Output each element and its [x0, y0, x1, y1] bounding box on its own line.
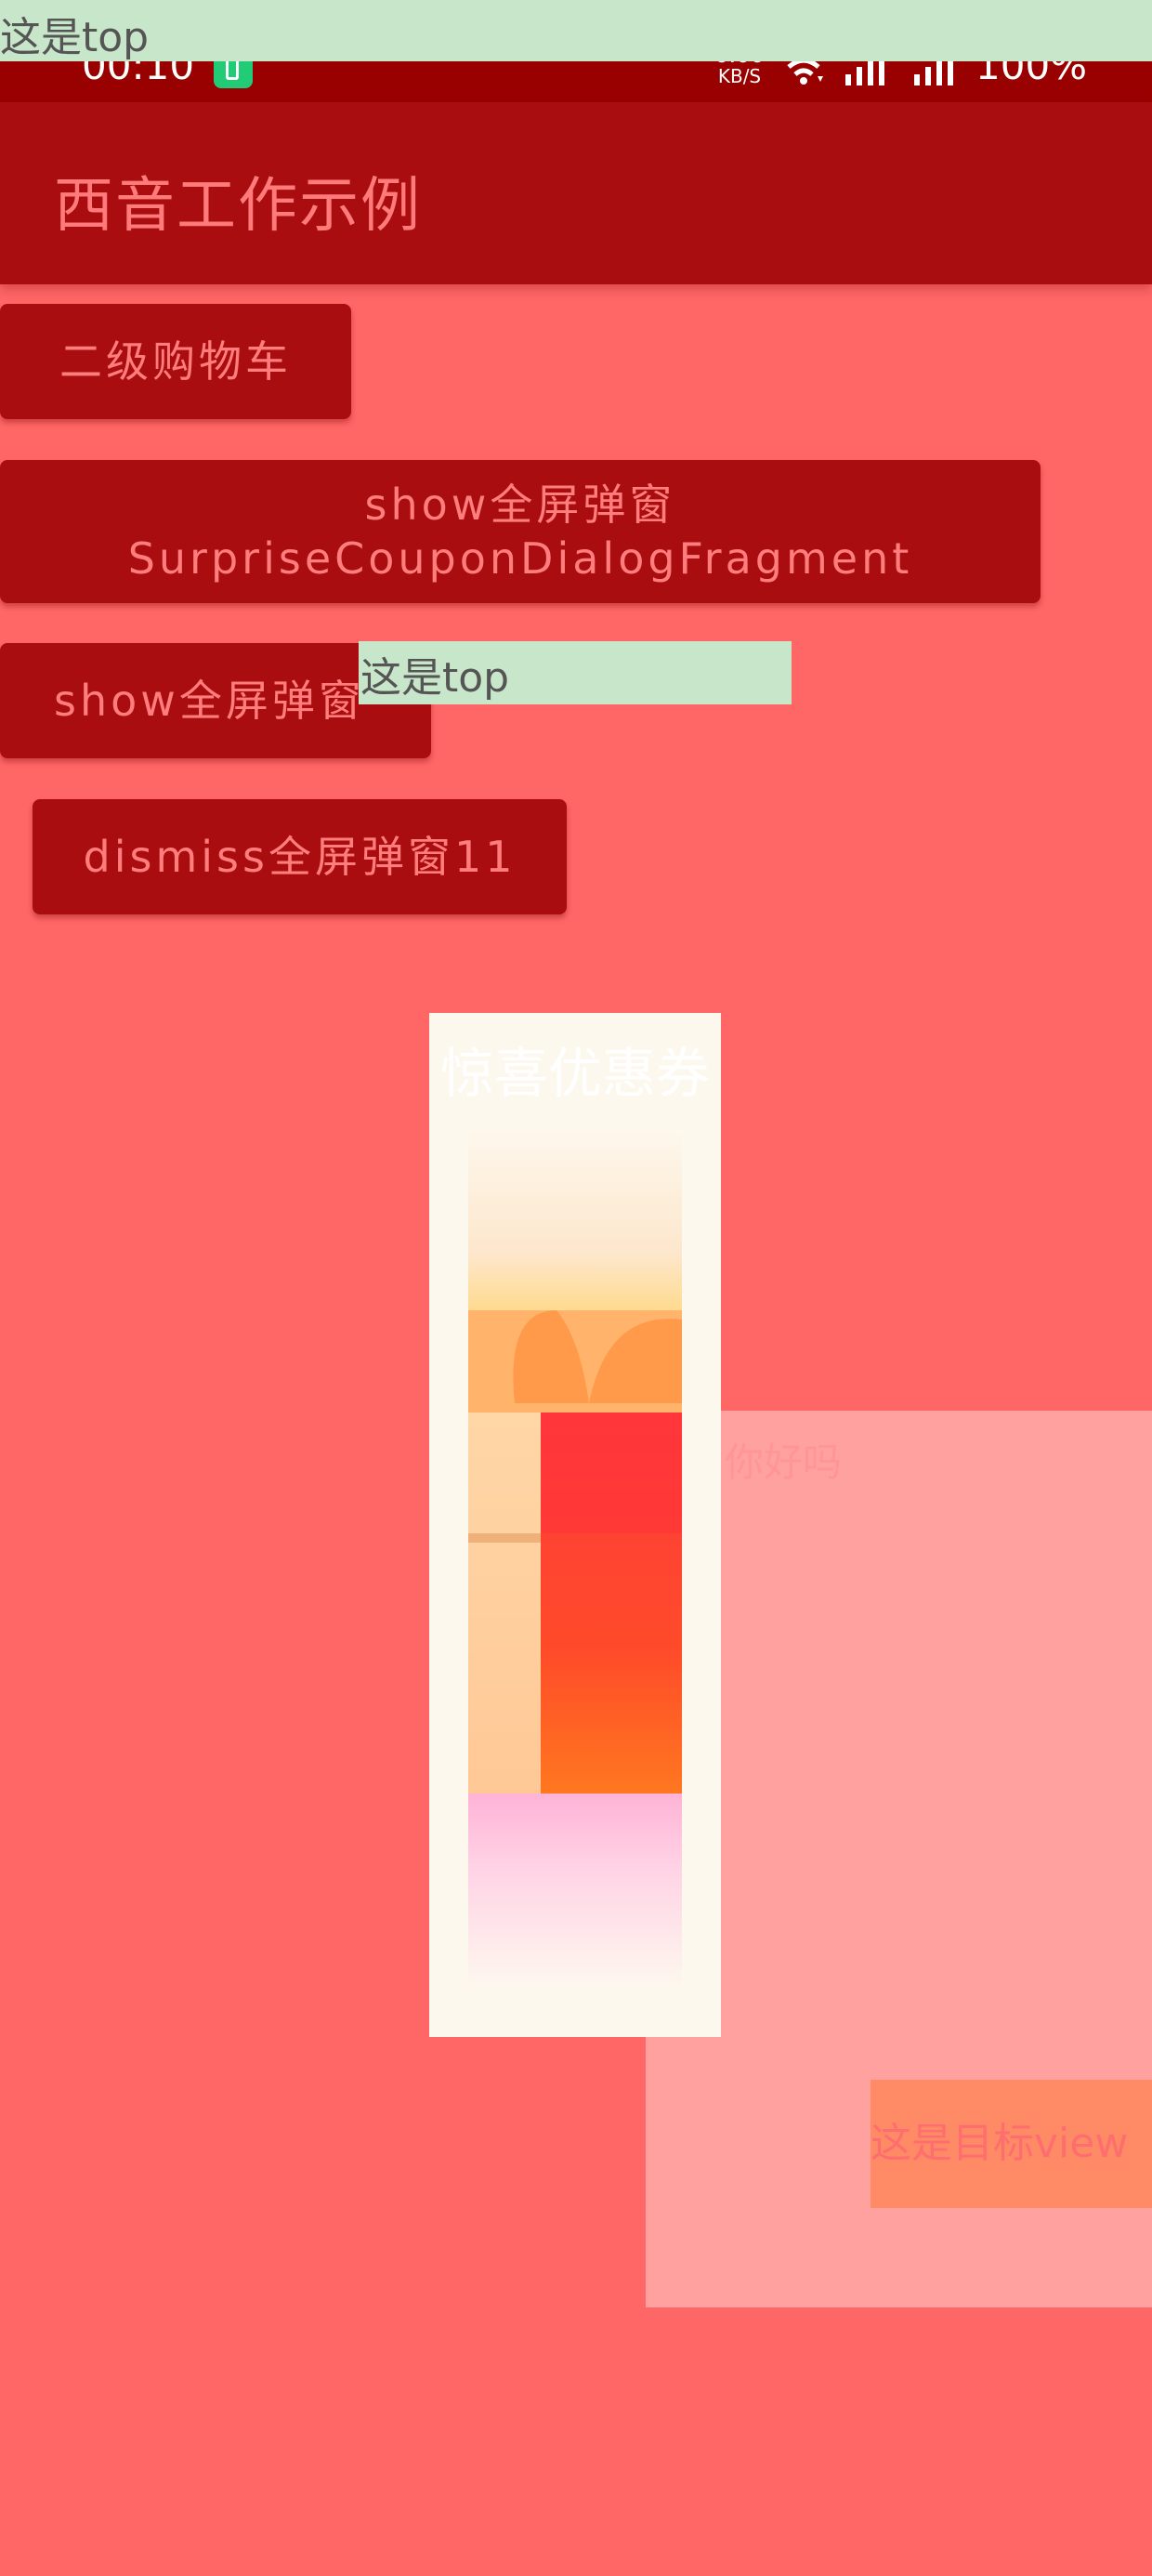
- gift-box-image: [468, 1124, 682, 1989]
- show-coupon-dialog-button[interactable]: show全屏弹窗 SurpriseCouponDialogFragment: [0, 460, 1041, 603]
- dismiss-fullscreen-dialog-button[interactable]: dismiss全屏弹窗11: [33, 799, 567, 914]
- target-view[interactable]: 这是目标view: [871, 2080, 1152, 2208]
- show-coupon-dialog-label-2: SurpriseCouponDialogFragment: [127, 533, 913, 584]
- pink-overlay-faint-text: 你好吗: [725, 1439, 843, 1485]
- show-coupon-dialog-label-1: show全屏弹窗: [364, 480, 676, 530]
- surprise-coupon-card[interactable]: 惊喜优惠券: [429, 1013, 721, 2037]
- top-overlay-label: 这是top: [0, 0, 1152, 61]
- coupon-title: 惊喜优惠券: [439, 1042, 710, 1105]
- network-speed-unit: KB/S: [717, 65, 762, 87]
- secondary-cart-button[interactable]: 二级购物车: [0, 304, 351, 419]
- app-title: 西音工作示例: [54, 172, 422, 241]
- top-overlay-label-2: 这是top: [359, 641, 792, 704]
